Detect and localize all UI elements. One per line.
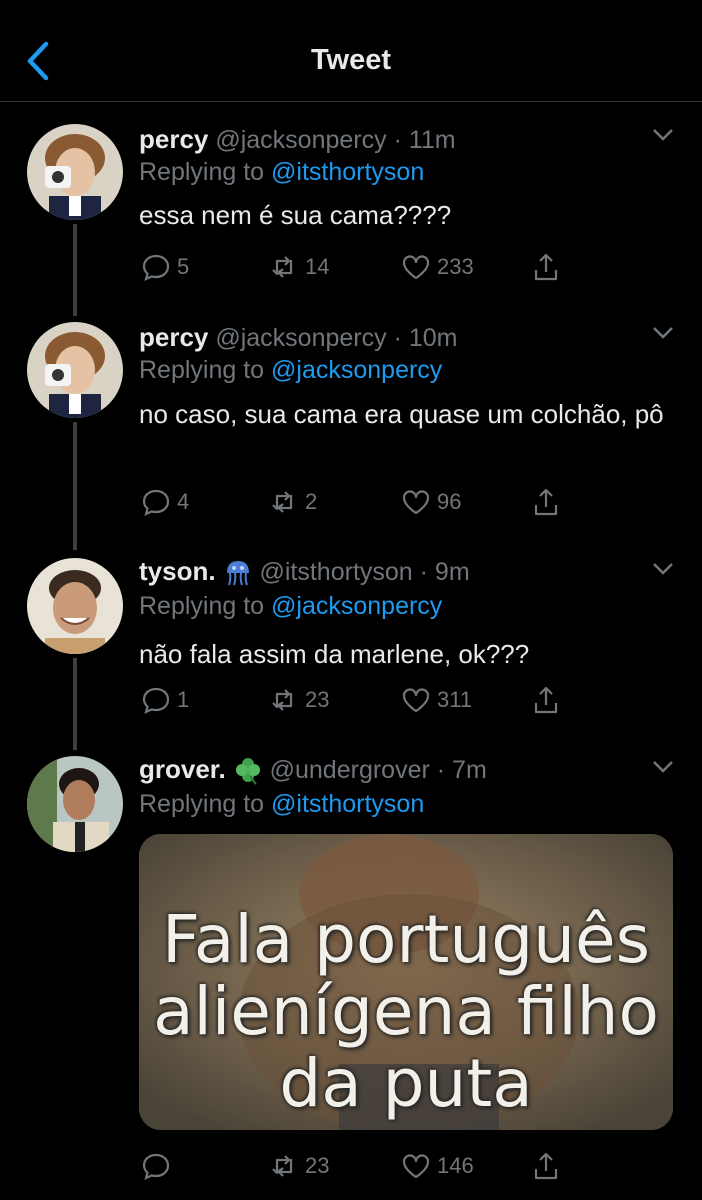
mention-link[interactable]: @itsthortyson xyxy=(271,790,424,818)
like-button[interactable]: 311 xyxy=(401,683,472,717)
reply-count: 4 xyxy=(177,489,190,514)
retweet-count: 23 xyxy=(305,1153,330,1178)
share-button[interactable] xyxy=(531,1149,561,1183)
heart-icon xyxy=(402,1154,430,1179)
tweet-actions: 4 2 96 xyxy=(139,485,599,519)
thread-line xyxy=(73,422,77,550)
display-name[interactable]: percy xyxy=(139,322,208,352)
avatar[interactable] xyxy=(27,756,123,852)
share-icon xyxy=(534,1152,558,1180)
tweet-header: percy @jacksonpercy · 11m xyxy=(139,124,456,155)
like-count: 146 xyxy=(437,1153,474,1178)
replying-to: Replying to @itsthortyson xyxy=(139,790,424,819)
like-count: 233 xyxy=(437,254,474,279)
timestamp: · 10m xyxy=(393,324,458,352)
retweet-icon xyxy=(272,256,293,278)
replying-label: Replying to xyxy=(139,356,272,384)
display-name[interactable]: grover. xyxy=(139,754,226,784)
tweet-actions: 23 146 xyxy=(139,1149,599,1183)
retweet-button[interactable]: 2 xyxy=(269,485,317,519)
heart-icon xyxy=(402,490,430,515)
avatar[interactable] xyxy=(27,558,123,654)
tweet-text: essa nem é sua cama???? xyxy=(139,200,452,230)
tweet-header: tyson. @itsthortyson · 9m xyxy=(139,556,470,588)
reply-button[interactable]: 4 xyxy=(141,485,189,519)
user-handle[interactable]: @undergrover xyxy=(270,756,430,784)
reply-count: 5 xyxy=(177,254,190,279)
retweet-button[interactable]: 23 xyxy=(269,683,329,717)
timestamp: · 9m xyxy=(419,558,470,586)
user-handle[interactable]: @jacksonpercy xyxy=(215,324,386,352)
user-handle[interactable]: @itsthortyson xyxy=(259,558,412,586)
heart-icon xyxy=(402,688,430,713)
reply-icon xyxy=(142,1153,170,1180)
chevron-down-icon[interactable] xyxy=(652,326,674,340)
replying-label: Replying to xyxy=(139,790,272,818)
reply-button[interactable]: 1 xyxy=(141,683,189,717)
reply-count: 1 xyxy=(177,687,190,712)
like-button[interactable]: 233 xyxy=(401,250,474,284)
chevron-down-icon[interactable] xyxy=(652,760,674,774)
tweet-header: grover. @undergrover · 7m xyxy=(139,754,487,786)
share-icon xyxy=(534,686,558,714)
replying-to: Replying to @jacksonpercy xyxy=(139,356,442,385)
tweet-actions: 1 23 311 xyxy=(139,683,599,717)
tweet-media-image[interactable]: Fala português alienígena filho da puta xyxy=(139,834,673,1130)
reply-button[interactable] xyxy=(141,1149,177,1183)
replying-label: Replying to xyxy=(139,592,272,620)
user-handle[interactable]: @jacksonpercy xyxy=(215,126,386,154)
reply-icon xyxy=(142,254,170,281)
heart-icon xyxy=(402,255,430,280)
retweet-button[interactable]: 14 xyxy=(269,250,329,284)
mention-link[interactable]: @itsthortyson xyxy=(271,158,424,186)
like-button[interactable]: 146 xyxy=(401,1149,474,1183)
timestamp: · 11m xyxy=(393,126,456,154)
share-button[interactable] xyxy=(531,683,561,717)
thread-line xyxy=(73,658,77,750)
replying-to: Replying to @jacksonpercy xyxy=(139,592,442,621)
like-button[interactable]: 96 xyxy=(401,485,461,519)
chevron-down-icon[interactable] xyxy=(652,562,674,576)
share-icon xyxy=(534,253,558,281)
meme-caption: Fala português alienígena filho da puta xyxy=(153,901,659,1122)
share-button[interactable] xyxy=(531,250,561,284)
tweet-actions: 5 14 233 xyxy=(139,250,599,284)
retweet-icon xyxy=(272,1155,293,1177)
retweet-count: 2 xyxy=(305,489,318,514)
retweet-button[interactable]: 23 xyxy=(269,1149,329,1183)
four-leaf-clover-icon xyxy=(235,758,260,786)
display-name[interactable]: percy xyxy=(139,124,208,154)
like-count: 311 xyxy=(437,687,473,712)
tweet-text: no caso, sua cama era quase um colchão, … xyxy=(139,399,664,429)
display-name[interactable]: tyson. xyxy=(139,556,216,586)
share-icon xyxy=(534,488,558,516)
reply-icon xyxy=(142,687,170,714)
like-count: 96 xyxy=(437,489,462,514)
jellyfish-icon xyxy=(226,561,249,586)
replying-label: Replying to xyxy=(139,158,272,186)
replying-to: Replying to @itsthortyson xyxy=(139,158,424,187)
retweet-count: 23 xyxy=(305,687,330,712)
timestamp: · 7m xyxy=(436,756,487,784)
reply-icon xyxy=(142,489,170,516)
retweet-count: 14 xyxy=(305,254,330,279)
tweet-text: não fala assim da marlene, ok??? xyxy=(139,639,530,669)
thread-line xyxy=(73,224,77,316)
reply-button[interactable]: 5 xyxy=(141,250,189,284)
top-bar: Tweet xyxy=(0,0,702,102)
tweet-header: percy @jacksonpercy · 10m xyxy=(139,322,457,353)
retweet-icon xyxy=(272,689,293,711)
mention-link[interactable]: @jacksonpercy xyxy=(271,356,442,384)
chevron-down-icon[interactable] xyxy=(652,128,674,142)
avatar[interactable] xyxy=(27,124,123,220)
retweet-icon xyxy=(272,491,293,513)
share-button[interactable] xyxy=(531,485,561,519)
mention-link[interactable]: @jacksonpercy xyxy=(271,592,442,620)
page-title: Tweet xyxy=(310,44,392,76)
avatar[interactable] xyxy=(27,322,123,418)
